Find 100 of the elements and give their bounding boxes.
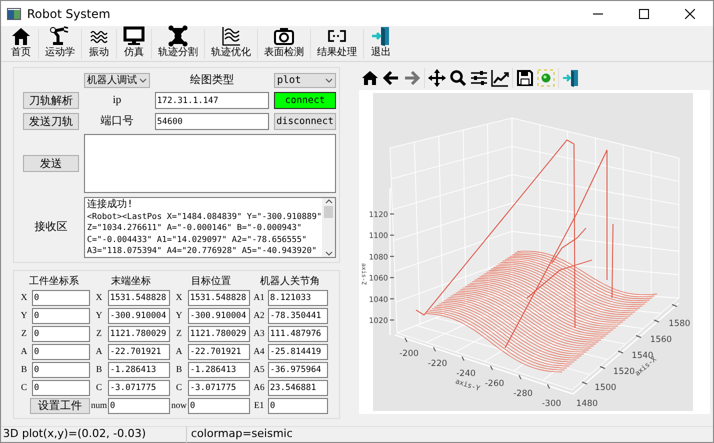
field-label: E1	[253, 399, 265, 412]
exit-icon	[370, 25, 392, 47]
coordinate-field[interactable]: 1121.780029	[188, 326, 250, 342]
tick-label: 1560	[650, 335, 672, 345]
tick-label: -300	[542, 399, 562, 409]
axis-label: X	[94, 291, 104, 304]
coordinate-field[interactable]: 0	[32, 344, 90, 360]
search-icon	[449, 69, 467, 87]
coordinate-field[interactable]: -22.701921	[188, 344, 250, 360]
column-header: 末端坐标	[110, 275, 152, 288]
coordinate-field[interactable]: 0	[32, 326, 90, 342]
message-text: 连接成功!	[87, 199, 134, 210]
axis-label: B	[20, 363, 28, 376]
plot-tool-button[interactable]	[361, 69, 379, 87]
coordinate-field[interactable]: 1531.548828	[188, 290, 250, 306]
coordinate-field[interactable]: 8.121033	[268, 290, 328, 306]
caret-icon	[139, 78, 147, 83]
button[interactable]: disconnect	[274, 113, 336, 130]
plot-tool-button[interactable]	[491, 69, 509, 87]
input-field[interactable]: 0	[108, 398, 170, 414]
axis-label: Z	[20, 327, 28, 340]
axis-label: Y	[20, 309, 28, 322]
coordinate-field[interactable]: -36.975964	[268, 362, 328, 378]
coordinate-field[interactable]: -1.286413	[108, 362, 170, 378]
coordinate-field[interactable]: -300.910004	[188, 308, 250, 324]
toolbar-button[interactable]: 表面检测	[259, 25, 309, 59]
tick-label: 1480	[576, 399, 598, 409]
coordinate-field[interactable]: -78.350441	[268, 308, 328, 324]
axis-label: C	[94, 381, 103, 394]
toolbar-button[interactable]: 首页	[5, 25, 37, 59]
axis-label: A	[20, 345, 28, 358]
status-text: 3D plot(x,y)=(0.02, -0.03)	[1, 426, 187, 443]
button[interactable]: 设置工件	[30, 398, 90, 414]
sliders-icon	[470, 69, 488, 87]
coordinate-field[interactable]: -25.814419	[268, 344, 328, 360]
coordinate-field[interactable]: 0	[32, 362, 90, 378]
field-label: 绘图类型	[189, 73, 235, 88]
axis-label: A5	[252, 363, 266, 376]
button[interactable]: 发送刀轨	[23, 113, 79, 130]
axis-label: A	[174, 345, 184, 358]
coordinate-field[interactable]: -3.071775	[188, 380, 250, 396]
dropdown[interactable]: 机器人调试	[84, 73, 150, 88]
field-label: ip	[112, 93, 122, 108]
axis-label: C	[174, 381, 183, 394]
caret-icon	[325, 78, 333, 83]
button[interactable]: 发送	[23, 155, 79, 172]
toolbar-button[interactable]: 轨迹优化	[206, 25, 256, 59]
coordinate-field[interactable]: -300.910004	[108, 308, 170, 324]
network-icon	[167, 25, 189, 47]
coordinate-field[interactable]: -1.286413	[188, 362, 250, 378]
toolbar-button[interactable]: 退出	[365, 25, 397, 59]
scrollbar-thumb[interactable]	[324, 206, 333, 218]
field-label: 接收区	[34, 219, 68, 236]
toolbar-button[interactable]: 结果处理	[312, 25, 362, 59]
scroll-down-icon	[324, 251, 332, 257]
input-field[interactable]: 0	[268, 398, 328, 414]
axis-label: Z	[175, 327, 183, 340]
coordinate-field[interactable]: 1121.780029	[108, 326, 170, 342]
coordinate-field[interactable]: 0	[32, 290, 90, 306]
axis-label: A4	[252, 345, 266, 358]
input-field[interactable]: 0	[188, 398, 250, 414]
button[interactable]: 刀轨解析	[23, 92, 79, 109]
coordinate-field[interactable]: 23.546881	[268, 380, 328, 396]
plot-tool-button[interactable]	[562, 69, 580, 87]
coordinate-field[interactable]: 111.487976	[268, 326, 328, 342]
plot-tool-button[interactable]	[470, 69, 488, 87]
toolbar-button[interactable]: 振动	[83, 25, 115, 59]
plot-tool-button[interactable]	[516, 69, 534, 87]
close-icon	[685, 8, 695, 18]
axis-label: Y	[174, 309, 184, 322]
toolbar-button[interactable]: 轨迹分割	[153, 25, 203, 59]
toolbar-button[interactable]: 运动学	[40, 25, 80, 59]
coordinate-field[interactable]: -22.701921	[108, 344, 170, 360]
status-text: colormap=seismic	[190, 426, 293, 442]
coordinate-field[interactable]: -3.071775	[108, 380, 170, 396]
coordinate-field[interactable]: 0	[32, 308, 90, 324]
line-chart-icon	[491, 69, 509, 87]
move-icon	[428, 69, 446, 87]
field-label: now	[172, 399, 186, 412]
coordinate-field[interactable]: 1531.548828	[108, 290, 170, 306]
tick-label: -240	[456, 369, 476, 379]
toolbar-button[interactable]: 仿真	[118, 25, 150, 59]
axis-label: C	[20, 381, 28, 394]
coordinate-field[interactable]: 0	[32, 380, 90, 396]
send-text-area[interactable]	[84, 134, 336, 193]
port-field[interactable]: 54600	[155, 113, 269, 130]
receive-text-area[interactable]: 连接成功! <Robot><LastPos X="1484.084839" Y="-300.910889" Z="1034.276611" A="-0.000146" B="-0.000943" C="-0.004433" A1="14.029097" A2="-78.656555" A3="118.075394" A4="20.776928" A5="-40.943920"	[84, 197, 336, 258]
scrollbar[interactable]	[322, 198, 335, 257]
column-header: 目标位置	[190, 275, 232, 288]
column-header: 工件坐标系	[28, 275, 80, 288]
plot-tool-button[interactable]	[428, 69, 446, 87]
field-label: num	[92, 399, 106, 412]
dropdown[interactable]: plot	[274, 73, 336, 88]
tick-label: -280	[513, 389, 533, 399]
plot-tool-button[interactable]	[449, 69, 467, 87]
button[interactable]: connect	[274, 92, 336, 109]
column-header: 机器人关节角	[259, 275, 321, 288]
ip-field[interactable]: 172.31.1.147	[155, 92, 269, 109]
plot-tool-button[interactable]	[382, 69, 400, 87]
axis-label: Y	[94, 309, 104, 322]
